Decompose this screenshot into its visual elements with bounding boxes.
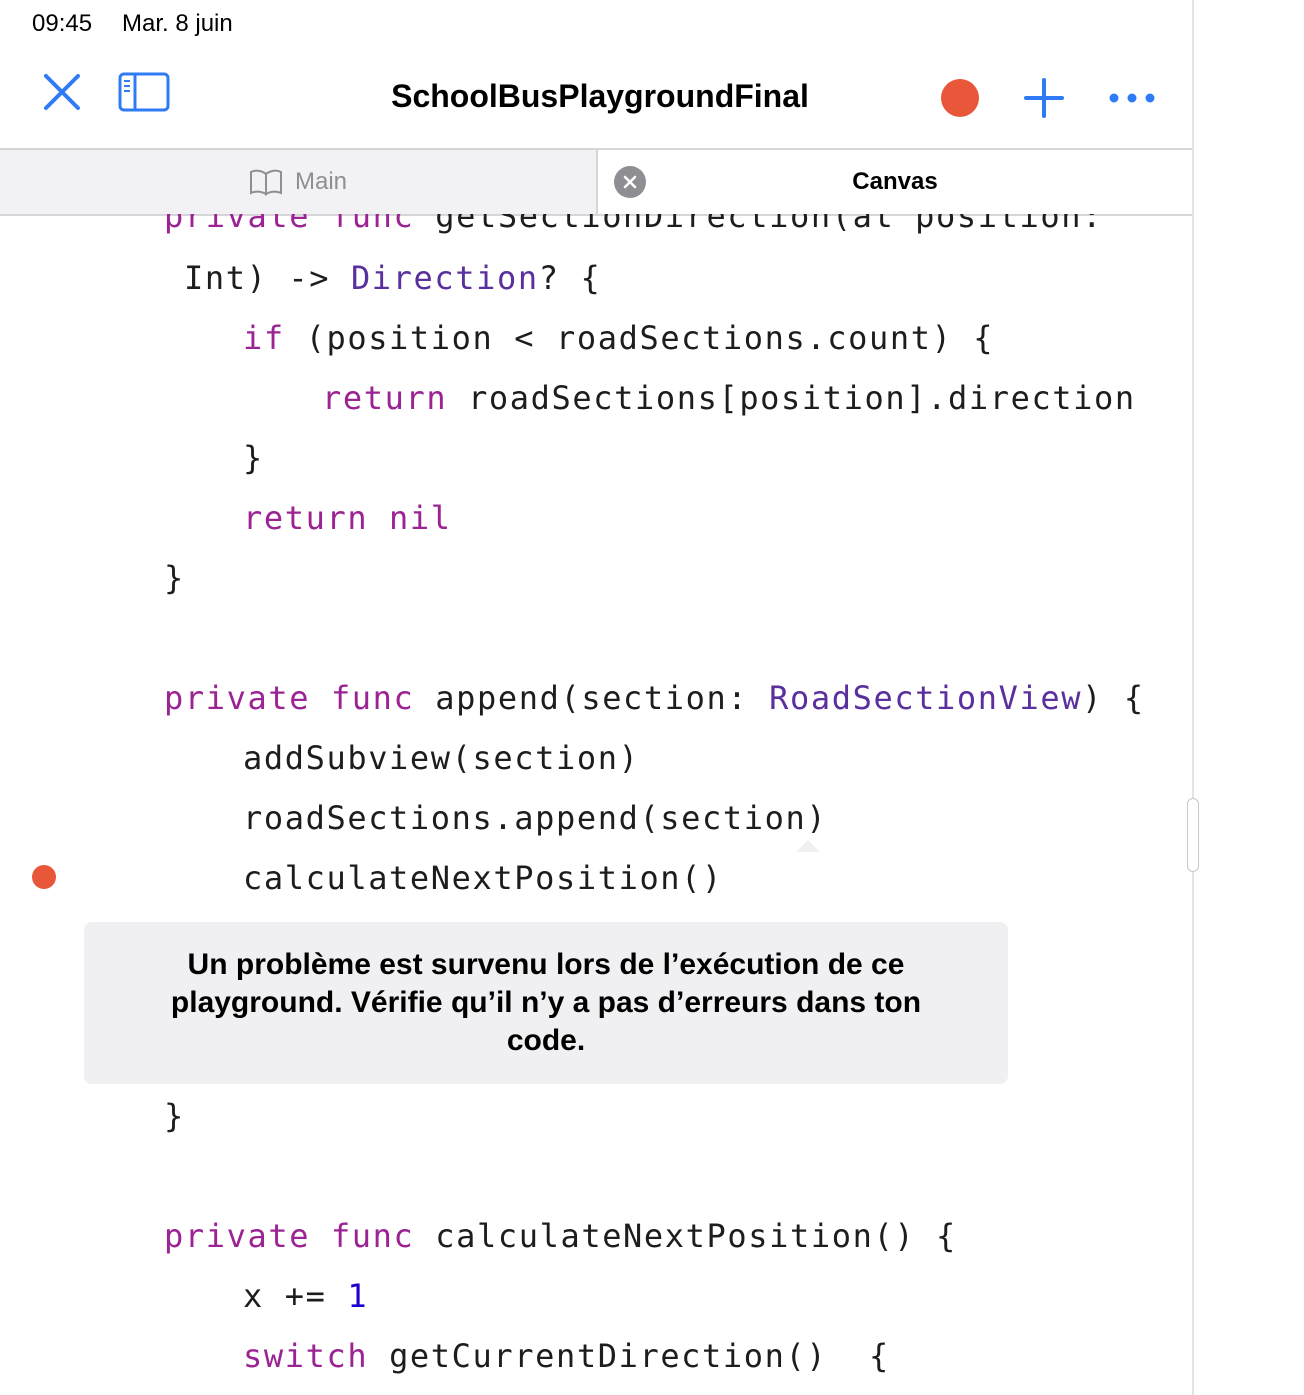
code-token: func [330, 1217, 415, 1255]
code-token: func [330, 679, 415, 717]
plus-icon [1024, 78, 1064, 118]
code-token: getCurrentDirection() { [368, 1337, 890, 1375]
code-line[interactable]: x += 1 [243, 1276, 368, 1316]
code-token: private [164, 214, 311, 235]
code-token: if [243, 319, 285, 357]
ellipsis-icon [1109, 93, 1155, 103]
scrollbar-thumb[interactable] [1187, 798, 1199, 872]
record-icon [941, 79, 979, 117]
code-token: getSectionDirection(at position: [414, 214, 1103, 235]
sidebar-toggle-button[interactable] [116, 68, 172, 116]
page-title: SchoolBusPlaygroundFinal [391, 78, 809, 114]
tab-bar: Main Canvas [0, 148, 1192, 216]
status-date: Mar. 8 juin [122, 10, 233, 37]
code-token: private [164, 1217, 311, 1255]
code-token: ) { [1082, 679, 1145, 717]
tab-canvas[interactable]: Canvas [598, 150, 1192, 214]
record-button[interactable] [936, 74, 984, 122]
navigation-bar: SchoolBusPlaygroundFinal [0, 56, 1192, 148]
code-line[interactable]: roadSections.append(section) [243, 798, 827, 838]
code-line[interactable]: } [164, 558, 185, 598]
code-token: roadSections[position].direction [447, 379, 1136, 417]
close-icon [44, 74, 80, 110]
code-token: ? { [538, 259, 602, 297]
code-token: func [330, 214, 415, 235]
code-line[interactable]: return nil [243, 498, 452, 538]
code-token: 1 [347, 1277, 369, 1315]
code-line[interactable]: if (position < roadSections.count) { [243, 318, 994, 358]
code-token: x += [243, 1277, 348, 1315]
split-divider[interactable] [1192, 0, 1194, 1395]
code-line[interactable]: private func getSectionDirection(at posi… [164, 214, 1103, 236]
tab-canvas-label: Canvas [852, 168, 938, 195]
code-token: } [243, 439, 264, 477]
error-callout: Un problème est survenu lors de l’exécut… [84, 922, 1008, 1084]
tab-main[interactable]: Main [0, 150, 598, 214]
code-token: } [164, 1097, 185, 1135]
tab-close-button[interactable] [614, 166, 646, 198]
code-token: switch [243, 1337, 369, 1375]
code-token: (position < roadSections.count) { [284, 319, 995, 357]
status-time: 09:45 [32, 10, 93, 37]
code-token: addSubview(section) [243, 739, 640, 777]
code-line-error[interactable]: calculateNextPosition() [243, 858, 723, 898]
code-token: roadSections.append(section) [243, 799, 828, 837]
book-icon [249, 169, 282, 196]
code-line[interactable]: return roadSections[position].direction [322, 378, 1136, 418]
tab-main-label: Main [294, 168, 348, 195]
code-token: return nil [243, 499, 452, 537]
code-editor[interactable]: private func getSectionDirection(at posi… [0, 214, 1190, 1395]
close-button[interactable] [36, 68, 88, 116]
code-line[interactable]: Int) -> Direction? { [184, 258, 601, 298]
code-token: append(section: [414, 679, 770, 717]
more-button[interactable] [1102, 78, 1162, 118]
sidebar-icon [118, 72, 170, 112]
tab-close-icon [623, 175, 637, 189]
code-line[interactable]: private func append(section: RoadSection… [164, 678, 1145, 718]
error-marker[interactable] [32, 865, 56, 889]
add-button[interactable] [1018, 74, 1070, 122]
code-line[interactable]: switch getCurrentDirection() { [243, 1336, 890, 1376]
code-token: Direction [350, 259, 539, 297]
code-token: RoadSectionView [769, 679, 1083, 717]
error-message: Un problème est survenu lors de l’exécut… [170, 948, 922, 1057]
code-token: Int) -> [184, 259, 351, 297]
code-token: calculateNextPosition() [243, 859, 723, 897]
code-token: return [322, 379, 448, 417]
code-line[interactable]: } [164, 1096, 185, 1136]
code-token: } [164, 559, 185, 597]
code-token: calculateNextPosition() { [414, 1217, 957, 1255]
error-callout-caret [796, 840, 820, 852]
code-line[interactable]: addSubview(section) [243, 738, 639, 778]
code-line[interactable]: } [243, 438, 264, 478]
code-token: private [164, 679, 311, 717]
code-line[interactable]: private func calculateNextPosition() { [164, 1216, 957, 1256]
